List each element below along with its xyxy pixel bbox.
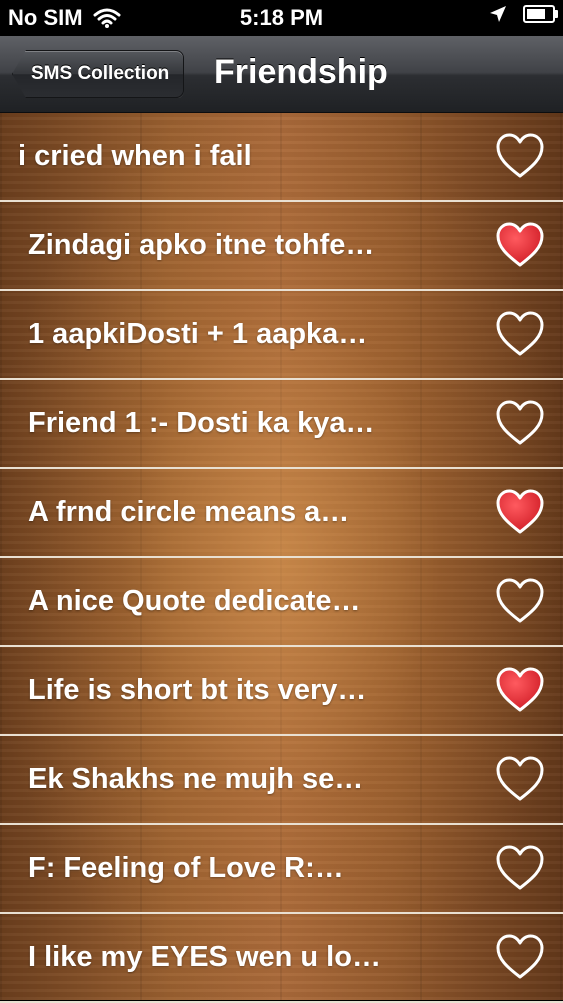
list-item[interactable]: i cried when i fail	[0, 113, 563, 202]
heart-outline-icon[interactable]	[495, 131, 545, 181]
back-button[interactable]: SMS Collection	[12, 50, 185, 98]
list-item-label: Zindagi apko itne tohfe…	[28, 229, 375, 261]
status-left: No SIM	[8, 5, 121, 31]
list-item-label: i cried when i fail	[18, 140, 252, 172]
heart-outline-icon[interactable]	[495, 843, 545, 893]
location-arrow-icon	[489, 5, 507, 23]
battery-icon	[523, 5, 558, 23]
heart-outline-icon[interactable]	[495, 309, 545, 359]
carrier-label: No SIM	[8, 5, 83, 30]
list-item[interactable]: Life is short bt its very…	[0, 647, 563, 736]
heart-filled-icon[interactable]	[495, 487, 545, 537]
list-item[interactable]: A frnd circle means a…	[0, 469, 563, 558]
status-right	[489, 5, 558, 23]
list-item-label: A frnd circle means a…	[28, 496, 350, 528]
wifi-icon	[93, 7, 121, 29]
list-item-label: A nice Quote dedicate…	[28, 585, 361, 617]
heart-outline-icon[interactable]	[495, 754, 545, 804]
list-item[interactable]: 1 aapkiDosti + 1 aapka…	[0, 291, 563, 380]
navigation-bar: SMS Collection Friendship	[0, 36, 563, 113]
list-item-label: F: Feeling of Love R:…	[28, 852, 344, 884]
list-item[interactable]: Zindagi apko itne tohfe…	[0, 202, 563, 291]
list-item-label: 1 aapkiDosti + 1 aapka…	[28, 318, 368, 350]
page-title: Friendship	[214, 53, 388, 91]
list-item-label: Ek Shakhs ne mujh se…	[28, 763, 364, 795]
battery-level	[527, 9, 545, 19]
list-item-label: Friend 1 :- Dosti ka kya…	[28, 407, 375, 439]
heart-outline-icon[interactable]	[495, 576, 545, 626]
heart-filled-icon[interactable]	[495, 665, 545, 715]
heart-outline-icon[interactable]	[495, 398, 545, 448]
list-item[interactable]: F: Feeling of Love R:…	[0, 825, 563, 914]
list-item-label: Life is short bt its very…	[28, 674, 367, 706]
list-item[interactable]: Friend 1 :- Dosti ka kya…	[0, 380, 563, 469]
heart-outline-icon[interactable]	[495, 932, 545, 982]
list-item[interactable]: I like my EYES wen u lo…	[0, 914, 563, 1003]
list-item[interactable]: A nice Quote dedicate…	[0, 558, 563, 647]
status-bar: No SIM 5:18 PM	[0, 0, 563, 36]
heart-filled-icon[interactable]	[495, 220, 545, 270]
list-item-label: I like my EYES wen u lo…	[28, 941, 381, 973]
list-item[interactable]: Ek Shakhs ne mujh se…	[0, 736, 563, 825]
sms-list: i cried when i fail Zindagi apko itne to…	[0, 113, 563, 1003]
